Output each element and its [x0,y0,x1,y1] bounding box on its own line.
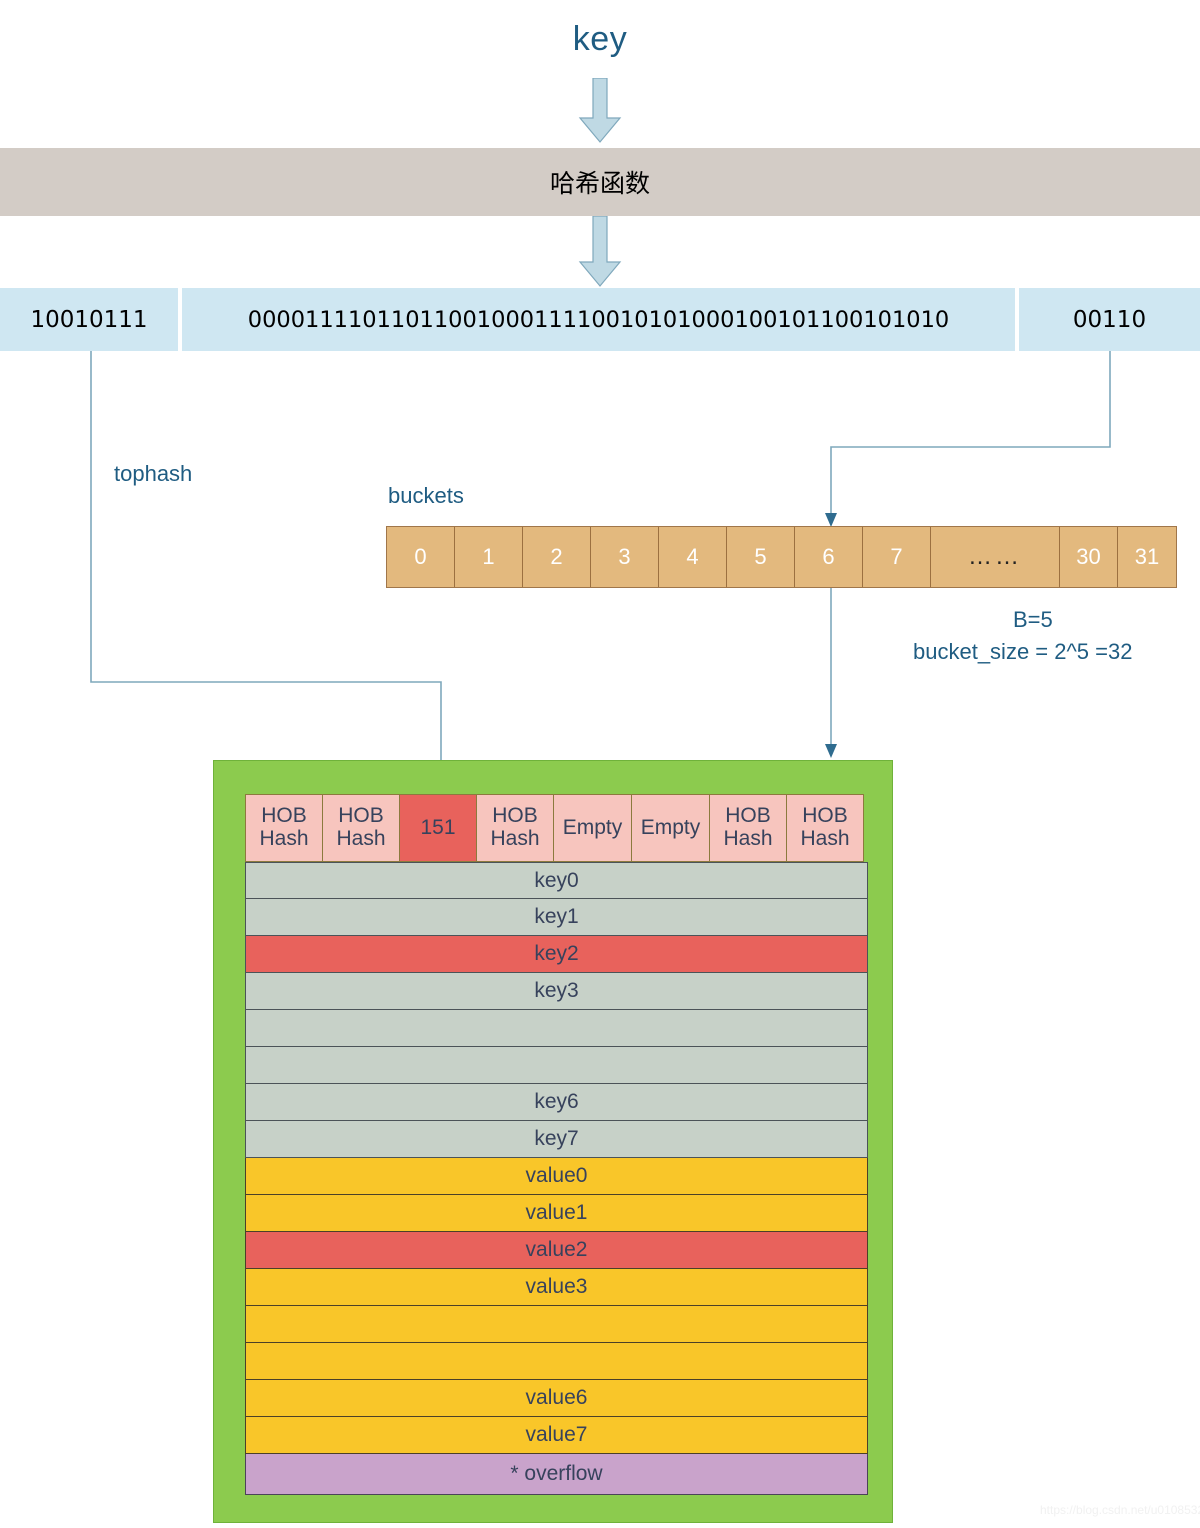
buckets-strip: 0 1 2 3 4 5 6 7 …… 30 31 [386,526,1177,588]
key-row-6: key6 [245,1084,868,1121]
bucket-cell-30[interactable]: 30 [1060,527,1118,587]
value-row-5 [245,1343,868,1380]
tophash-cell-text: HOB Hash [490,805,539,850]
value-row-2-selected: value2 [245,1232,868,1269]
page-title: key [0,20,1200,59]
key-row-4 [245,1010,868,1047]
tophash-cell-4-empty[interactable]: Empty [553,794,632,862]
hash-function-bar: 哈希函数 [0,148,1200,216]
tophash-cell-line1: Empty [641,817,701,840]
key-row-1: key1 [245,899,868,936]
hash-bits-row: 10010111 0000111101101100100011110010101… [0,288,1200,351]
bucket-cell-3[interactable]: 3 [591,527,659,587]
bucket-cell-2[interactable]: 2 [523,527,591,587]
arrow-hash-to-bits-icon [578,216,622,288]
tophash-cell-text: HOB Hash [723,805,772,850]
tophash-cell-line2: Hash [336,827,385,850]
tophash-cell-line1: HOB [492,804,538,827]
tophash-cell-1[interactable]: HOB Hash [322,794,400,862]
tophash-cell-line1: HOB [261,804,307,827]
hash-bits-middle-segment: 0000111101101100100011110010101000100101… [182,288,1015,351]
tophash-cell-line1: HOB [338,804,384,827]
arrow-key-to-hash-icon [578,78,622,144]
bucket-cell-0[interactable]: 0 [387,527,455,587]
value-row-1: value1 [245,1195,868,1232]
bucket-cell-1[interactable]: 1 [455,527,523,587]
tophash-cell-text: 151 [420,817,455,840]
hash-bits-tophash-segment: 10010111 [0,288,178,351]
tophash-cell-2-selected[interactable]: 151 [399,794,477,862]
tophash-cell-line2: Hash [723,827,772,850]
bucket-detail-inner: HOB Hash HOB Hash 151 HOB Hash [245,794,868,1495]
value-row-7: value7 [245,1417,868,1454]
value-row-0: value0 [245,1158,868,1195]
bucket-cell-6[interactable]: 6 [795,527,863,587]
overflow-row[interactable]: * overflow [245,1454,868,1495]
tophash-cell-text: HOB Hash [800,805,849,850]
hash-bits-bucketindex-segment: 00110 [1019,288,1200,351]
bucket-cell-ellipsis: …… [931,527,1060,587]
key-row-7: key7 [245,1121,868,1158]
bucket-cell-4[interactable]: 4 [659,527,727,587]
watermark: https://blog.csdn.net/u010853261 [1040,1503,1200,1517]
tophash-cell-0[interactable]: HOB Hash [245,794,323,862]
value-row-4 [245,1306,868,1343]
tophash-cell-line1: HOB [725,804,771,827]
buckets-label: buckets [388,483,464,509]
key-row-5 [245,1047,868,1084]
tophash-cell-text: HOB Hash [336,805,385,850]
value-row-3: value3 [245,1269,868,1306]
bucket-detail-box: HOB Hash HOB Hash 151 HOB Hash [213,760,893,1523]
tophash-cell-line1: HOB [802,804,848,827]
tophash-label: tophash [114,461,192,487]
key-row-3: key3 [245,973,868,1010]
key-row-2-selected: key2 [245,936,868,973]
tophash-row: HOB Hash HOB Hash 151 HOB Hash [245,794,868,862]
tophash-cell-line2: Hash [259,827,308,850]
tophash-cell-3[interactable]: HOB Hash [476,794,554,862]
key-row-0: key0 [245,862,868,899]
tophash-cell-text: HOB Hash [259,805,308,850]
bucket-cell-31[interactable]: 31 [1118,527,1176,587]
tophash-cell-line1: 151 [420,816,455,839]
bucket-size-note: bucket_size = 2^5 =32 [913,639,1132,665]
tophash-cell-line2: Hash [490,827,539,850]
hash-function-label: 哈希函数 [550,164,650,200]
bucket-cell-5[interactable]: 5 [727,527,795,587]
bucket-cell-7[interactable]: 7 [863,527,931,587]
tophash-cell-line2: Hash [800,827,849,850]
tophash-cell-line1: Empty [563,817,623,840]
tophash-cell-5-empty[interactable]: Empty [631,794,710,862]
tophash-cell-7[interactable]: HOB Hash [786,794,864,862]
tophash-cell-6[interactable]: HOB Hash [709,794,787,862]
value-row-6: value6 [245,1380,868,1417]
b-value-note: B=5 [1013,607,1053,633]
